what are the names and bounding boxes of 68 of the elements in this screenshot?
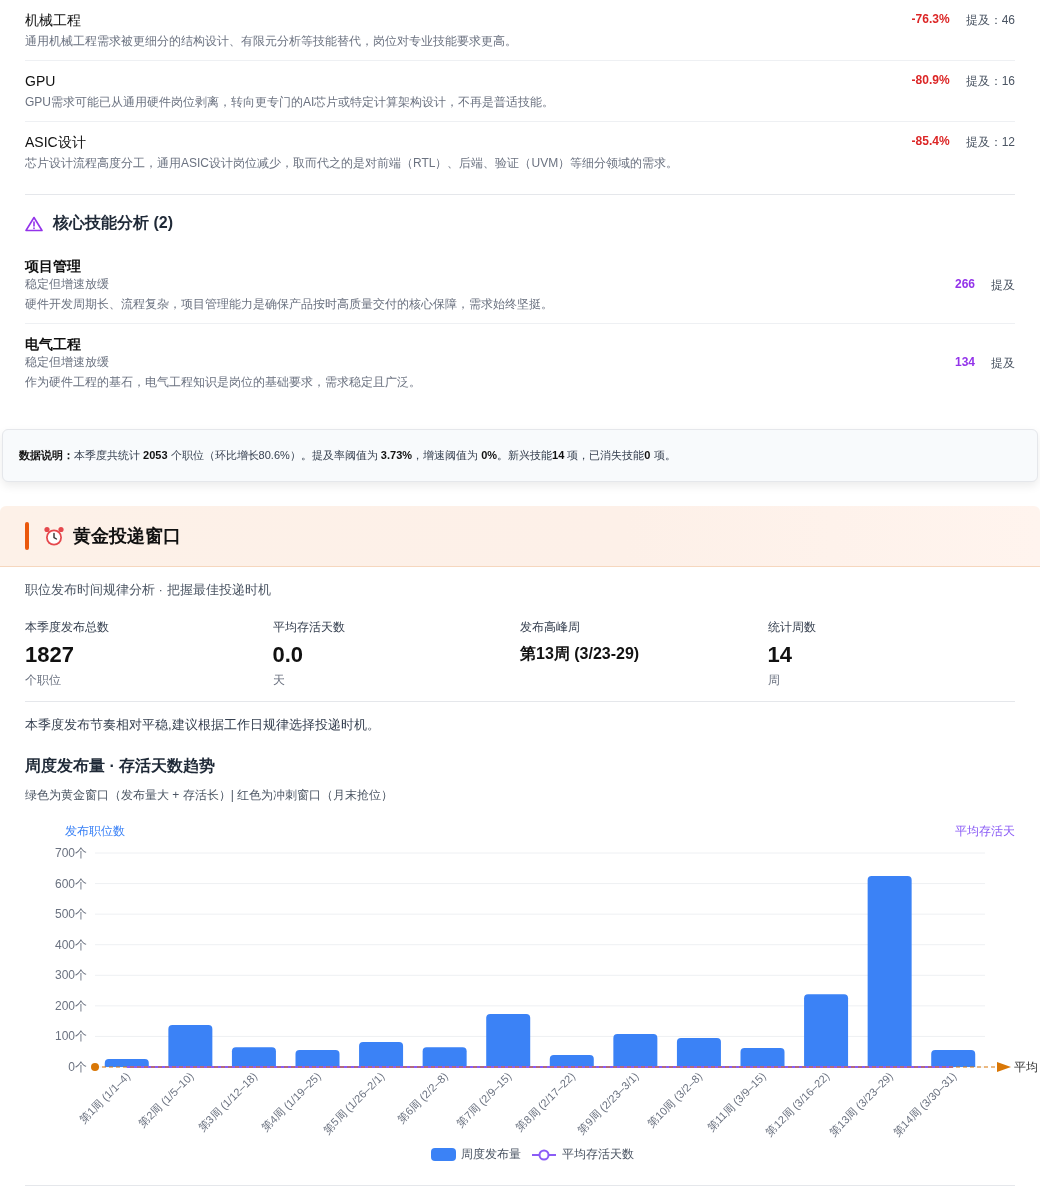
- tick-label: 500个: [54, 907, 87, 922]
- warning-icon: [25, 215, 43, 232]
- alarm-clock-icon: [43, 525, 65, 547]
- bar: [168, 1025, 213, 1067]
- line-label: 平均: [1014, 1060, 1038, 1074]
- summary-text: 本季度发布节奏相对平稳,建议根据工作日规律选择投递时机。: [25, 716, 381, 734]
- mention-label: 提及: [991, 277, 1015, 294]
- axis-title: 发布职位数: [65, 824, 125, 838]
- skill-name: ASIC设计: [25, 133, 87, 152]
- mention-label: 提及: [991, 355, 1015, 372]
- stat-value: 第13周 (3/23-29): [520, 644, 641, 664]
- stat-value: 14: [767, 642, 793, 668]
- skill-status: 稳定但增速放缓: [25, 354, 110, 371]
- change-rate: -80.9%: [911, 73, 950, 87]
- section-title: 核心技能分析 (2): [53, 213, 173, 233]
- bar: [549, 1055, 594, 1067]
- stat-unit: 天: [272, 672, 286, 689]
- tick-label: 0个: [68, 1060, 87, 1074]
- change-rate: -85.4%: [911, 134, 950, 148]
- stat-label: 本季度发布总数: [25, 619, 110, 636]
- legend-swatch: [431, 1148, 456, 1161]
- stat-label: 平均存活天数: [272, 619, 346, 636]
- skill-description: 作为硬件工程的基石，电气工程知识是岗位的基础要求，需求稳定且广泛。: [25, 374, 421, 391]
- skill-name: 项目管理: [25, 257, 82, 276]
- mention-count: 提及：46: [965, 12, 1015, 29]
- legend-label[interactable]: 周度发布量: [461, 1146, 521, 1163]
- bar: [359, 1041, 404, 1067]
- section-title: 黄金投递窗口: [73, 525, 181, 548]
- stat-value: 1827: [25, 642, 75, 668]
- bar: [931, 1049, 976, 1067]
- tick-label: 700个: [54, 846, 87, 860]
- mention-count: 134: [954, 355, 975, 369]
- bar: [422, 1047, 467, 1067]
- mention-count: 提及：16: [965, 73, 1015, 90]
- bar: [486, 1014, 531, 1067]
- stat-unit: 个职位: [25, 672, 62, 689]
- skill-name: 电气工程: [25, 335, 82, 354]
- skill-name: GPU: [25, 72, 57, 91]
- tick-label: 100个: [54, 1029, 87, 1044]
- legend-label[interactable]: 平均存活天数: [562, 1146, 634, 1163]
- chart-caption: 绿色为黄金窗口（发布量大 + 存活长）| 红色为冲刺窗口（月末抢位）: [25, 787, 395, 804]
- bar: [295, 1049, 340, 1067]
- skill-name: 机械工程: [25, 11, 82, 30]
- bar: [613, 1034, 658, 1067]
- skill-description: 芯片设计流程高度分工，通用ASIC设计岗位减少，取而代之的是对前端（RTL）、后端、验证（UVM）等细分领域的需求。: [25, 155, 679, 172]
- skill-status: 稳定但增速放缓: [25, 276, 110, 293]
- skill-description: 硬件开发周期长、流程复杂，项目管理能力是确保产品按时高质量交付的核心保障，需求始终坚挺。: [25, 296, 553, 313]
- bar: [676, 1037, 721, 1067]
- stat-unit: 周: [767, 672, 781, 689]
- tick-label: 300个: [54, 968, 87, 983]
- stat-value: 0.0: [272, 642, 305, 668]
- mention-count: 266: [954, 277, 975, 291]
- stat-label: 发布高峰周: [520, 619, 581, 636]
- data-note: 数据说明：本季度共统计 2053 个职位（环比增长80.6%）。提及率阈值为 3.73%，增速阈值为 0%。新兴技能14 项，已消失技能0 项。: [2, 429, 1038, 482]
- change-rate: -76.3%: [911, 12, 950, 26]
- mention-count: 提及：12: [965, 134, 1015, 151]
- bar: [231, 1047, 276, 1067]
- marker-dot: [91, 1063, 99, 1071]
- skill-description: GPU需求可能已从通用硬件岗位剥离，转向更专门的AI芯片或特定计算架构设计，不再是普适技能。: [25, 94, 555, 111]
- tick-label: 400个: [54, 937, 87, 952]
- chart-title: 周度发布量 · 存活天数趋势: [25, 756, 217, 776]
- tick-label: 200个: [54, 998, 87, 1013]
- stat-label: 统计周数: [767, 619, 817, 636]
- tick-label: 600个: [54, 876, 87, 891]
- bar: [104, 1059, 149, 1067]
- skill-description: 通用机械工程需求被更细分的结构设计、有限元分析等技能替代，岗位对专业技能要求更高。: [25, 33, 517, 50]
- section-subtitle: 职位发布时间规律分析 · 把握最佳投递时机: [25, 581, 272, 599]
- axis-title: 平均存活天: [955, 824, 1015, 838]
